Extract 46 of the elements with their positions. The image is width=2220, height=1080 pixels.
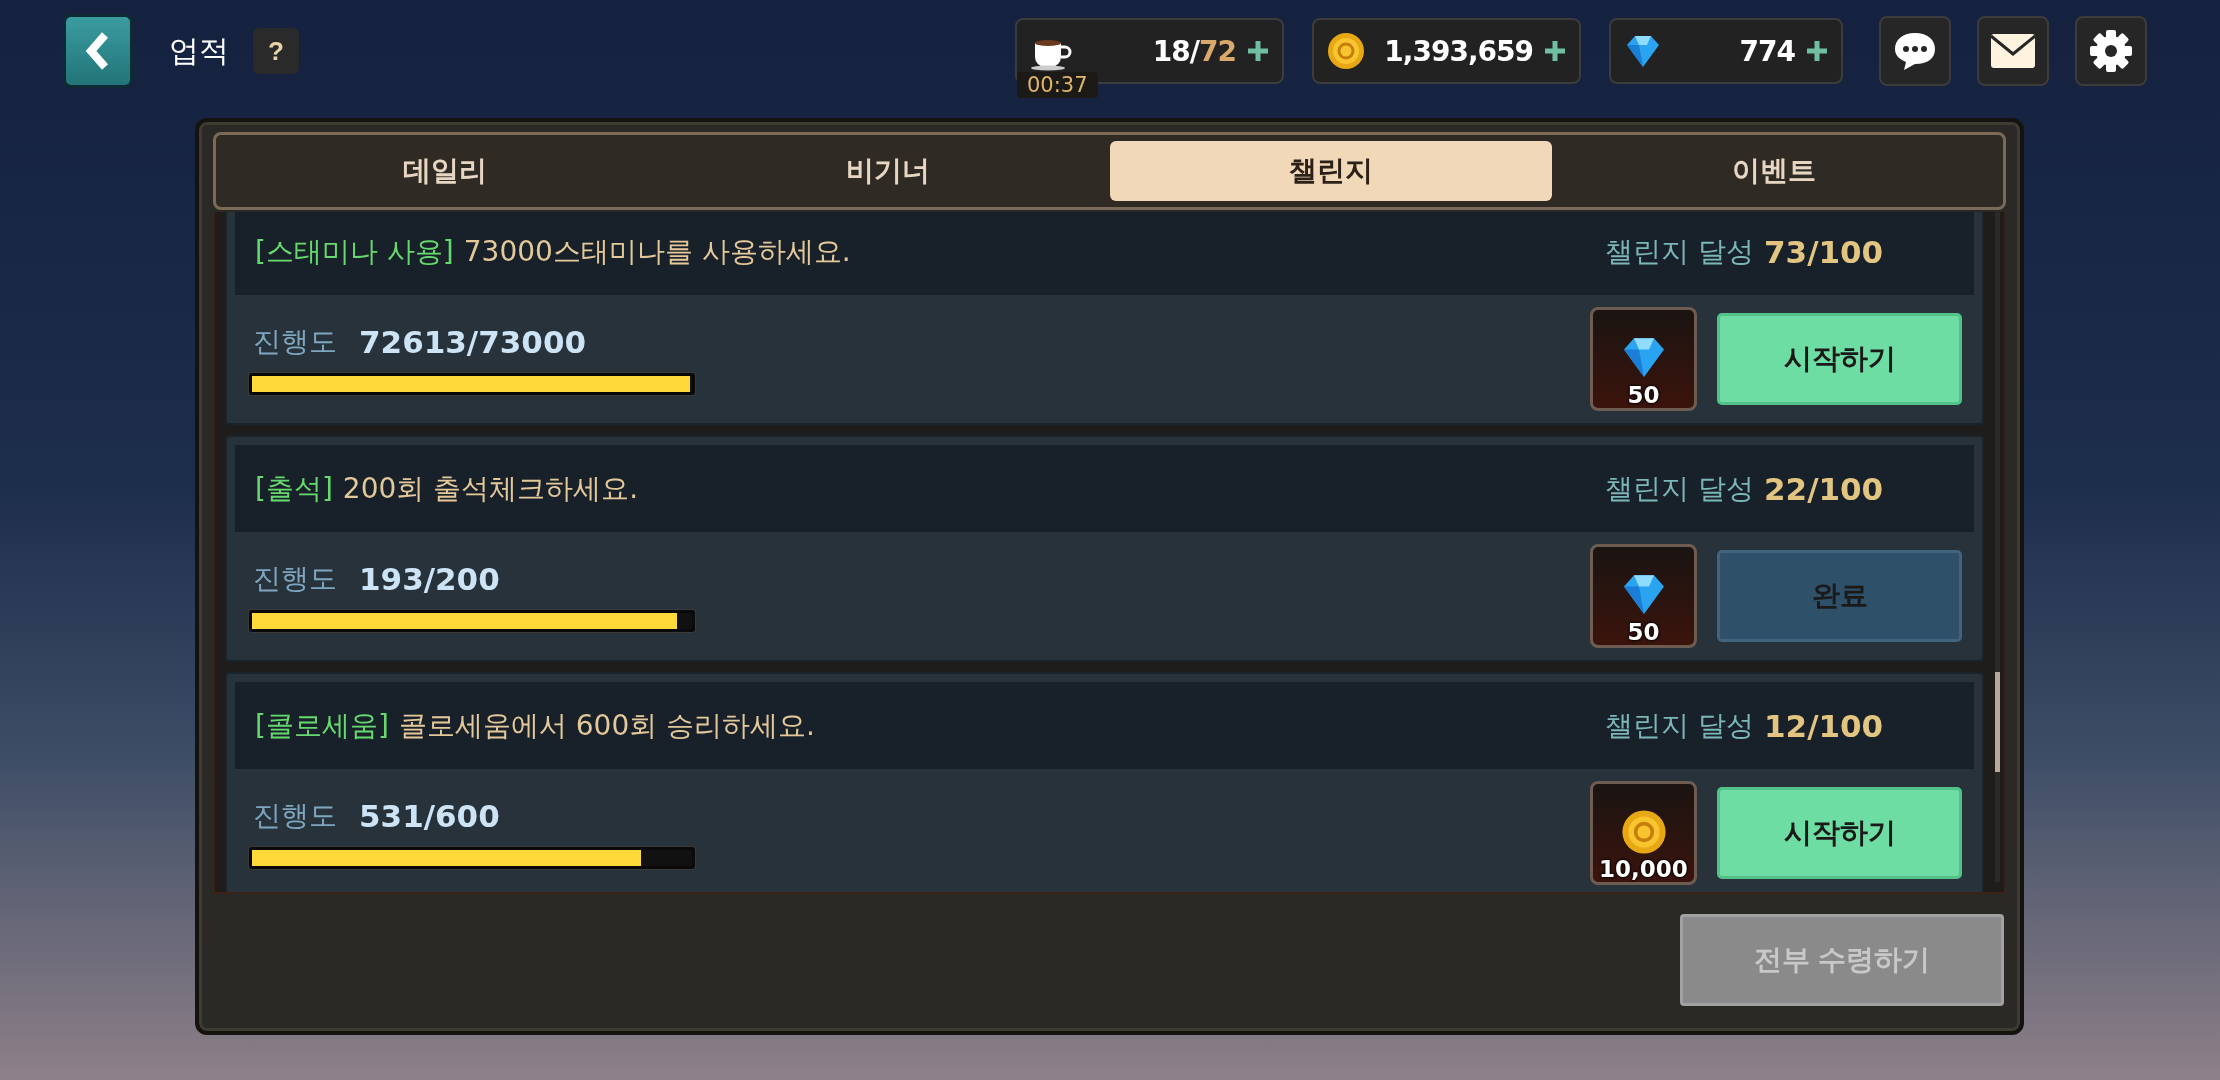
- settings-icon: [2088, 28, 2134, 74]
- progress-label: 진행도: [253, 798, 337, 834]
- reward-amount: 50: [1627, 382, 1660, 408]
- coin-icon: [1619, 808, 1668, 856]
- achievement-label: 챌린지 달성: [1605, 707, 1754, 744]
- start-button[interactable]: 시작하기: [1717, 313, 1962, 405]
- quest-tag: [콜로세움]: [255, 706, 389, 745]
- back-button[interactable]: [63, 14, 133, 88]
- scroll-thumb[interactable]: [1995, 672, 2000, 772]
- chat-button[interactable]: [1879, 16, 1951, 86]
- plus-icon[interactable]: [1246, 39, 1270, 63]
- progress-label: 진행도: [253, 561, 337, 597]
- quest-tag: [출석]: [255, 469, 333, 508]
- currency-value: 18/72: [1151, 34, 1236, 68]
- reward-amount: 10,000: [1599, 856, 1688, 882]
- progress-value: 72613/73000: [359, 324, 587, 360]
- tab[interactable]: 챌린지: [1109, 141, 1553, 201]
- progress-value: 193/200: [359, 561, 500, 597]
- envelope-icon: [1989, 32, 2037, 70]
- achievement-count: 73/100: [1764, 233, 1885, 270]
- quest-tag: [스태미나 사용]: [255, 232, 454, 271]
- mail-button[interactable]: [1977, 16, 2049, 86]
- quest-description: 콜로세움에서 600회 승리하세요.: [398, 707, 816, 744]
- achievement-label: 챌린지 달성: [1605, 233, 1754, 270]
- page-title: 업적: [169, 31, 229, 70]
- currency-value: 1,393,659: [1383, 34, 1533, 68]
- quest-description: 73000스태미나를 사용하세요.: [463, 233, 852, 270]
- start-button[interactable]: 시작하기: [1717, 787, 1962, 879]
- chat-bubble-icon: [1892, 30, 1938, 72]
- refill-timer: 00:37: [1017, 72, 1098, 98]
- tab[interactable]: 비기너: [666, 141, 1110, 201]
- quest-description: 200회 출석체크하세요.: [342, 470, 640, 507]
- plus-icon[interactable]: [1805, 39, 1829, 63]
- tab[interactable]: 이벤트: [1552, 141, 1995, 201]
- coin-icon: [1326, 31, 1366, 71]
- settings-button[interactable]: [2075, 16, 2147, 86]
- achievement-count: 22/100: [1764, 470, 1885, 507]
- progress-value: 531/600: [359, 798, 500, 834]
- achievement-label: 챌린지 달성: [1605, 470, 1754, 507]
- plus-icon[interactable]: [1543, 39, 1567, 63]
- tab[interactable]: 데일리: [224, 141, 667, 201]
- help-button[interactable]: ?: [253, 28, 299, 74]
- currency-value: 774: [1738, 34, 1795, 68]
- reward-amount: 50: [1627, 619, 1660, 645]
- progress-label: 진행도: [253, 324, 337, 360]
- achievement-count: 12/100: [1764, 707, 1885, 744]
